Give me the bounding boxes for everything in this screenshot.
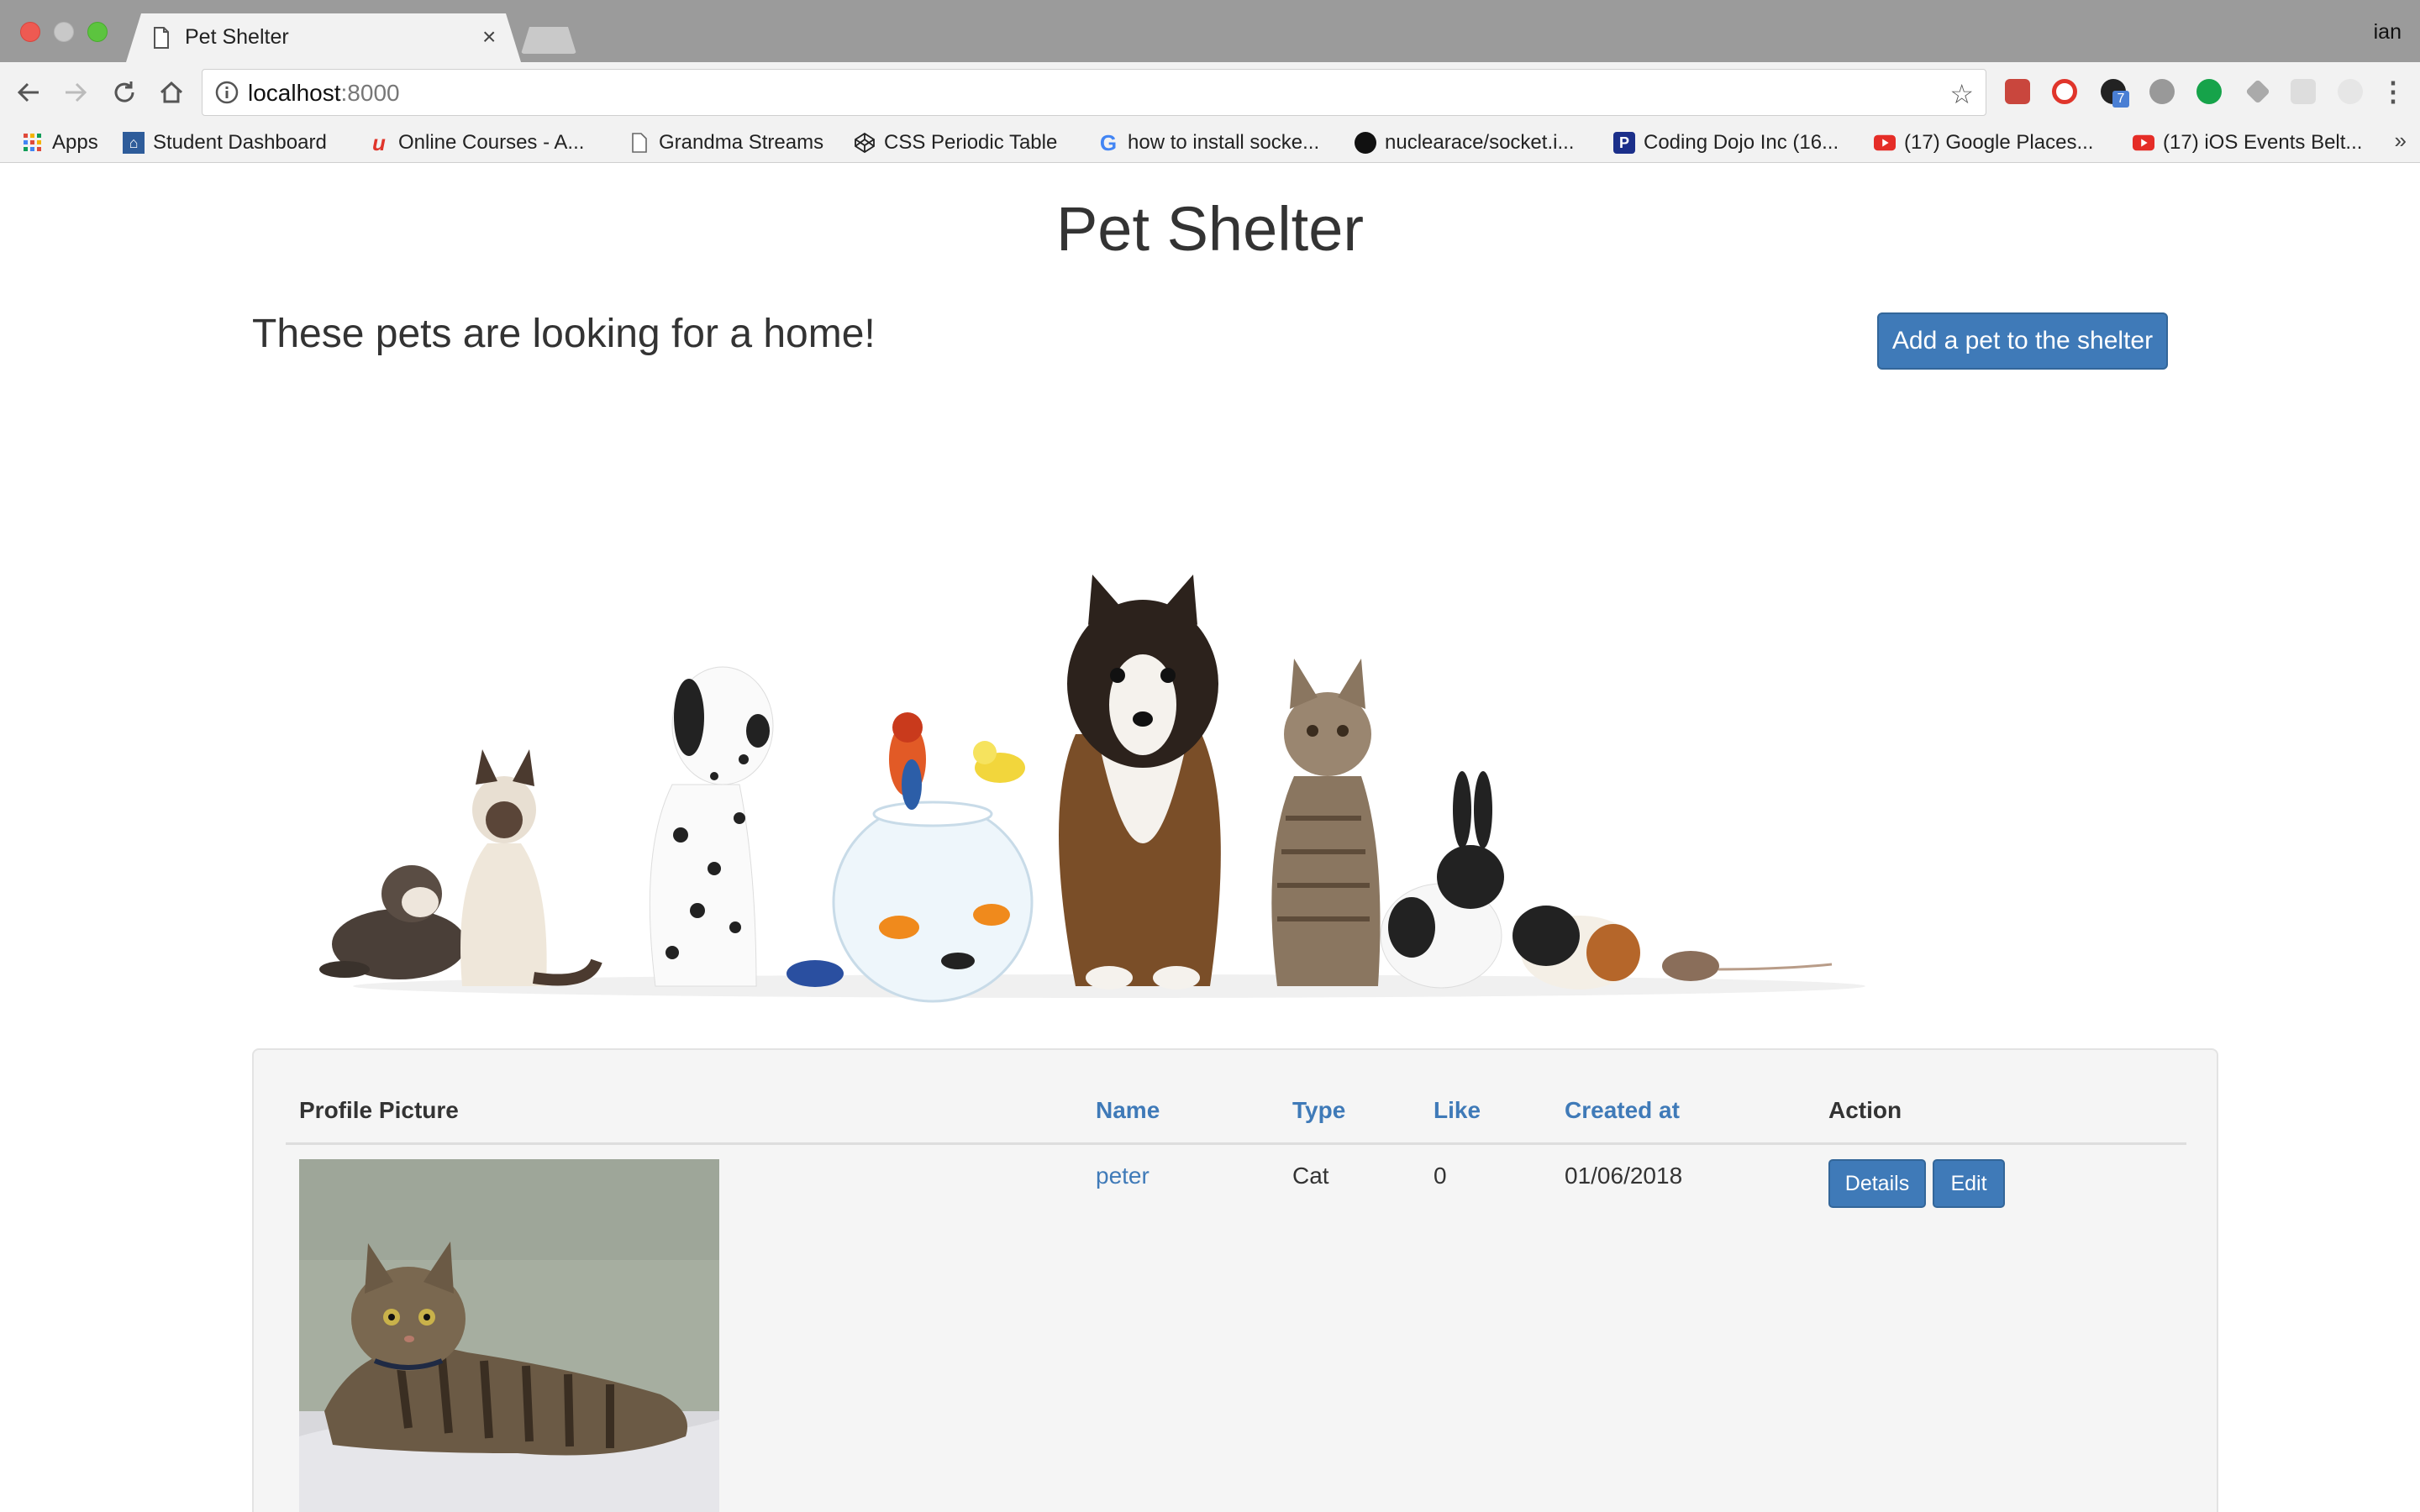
back-icon[interactable] — [12, 76, 45, 109]
bookmark-label: nuclearace/socket.i... — [1385, 131, 1575, 154]
bookmark-label: Apps — [52, 131, 98, 154]
bookmark-label: Student Dashboard — [153, 131, 327, 154]
bookmark-css-periodic-table[interactable]: CSS Periodic Table — [854, 128, 1057, 158]
bookmark-grandma-streams[interactable]: Grandma Streams — [629, 128, 823, 158]
page-icon — [154, 27, 169, 49]
bookmark-label: CSS Periodic Table — [884, 131, 1058, 154]
bookmark-student-dashboard[interactable]: ⌂ Student Dashboard — [123, 128, 327, 158]
window-maximize-button[interactable] — [87, 22, 108, 42]
youtube-icon — [1874, 132, 1896, 154]
edit-button[interactable]: Edit — [1933, 1159, 2005, 1208]
pet-like-count: 0 — [1434, 1163, 1447, 1189]
bookmark-apps[interactable]: Apps — [22, 128, 98, 158]
column-header-like[interactable]: Like — [1434, 1097, 1481, 1124]
extension-book-icon[interactable] — [2005, 79, 2030, 104]
info-icon[interactable] — [214, 80, 239, 105]
forward-icon[interactable] — [59, 76, 92, 109]
column-header-created-at[interactable]: Created at — [1565, 1097, 1680, 1124]
extension-badge: 7 — [2112, 91, 2129, 108]
github-icon — [1355, 132, 1376, 154]
column-header-profile-picture: Profile Picture — [299, 1097, 459, 1123]
extension-tools-icon[interactable] — [2245, 79, 2270, 104]
address-bar[interactable]: localhost:8000 ☆ — [202, 69, 1986, 116]
bookmarks-overflow-icon[interactable]: » — [2395, 128, 2407, 154]
bookmark-label: (17) iOS Events Belt... — [2163, 131, 2363, 154]
bookmark-label: Grandma Streams — [659, 131, 824, 154]
column-header-type[interactable]: Type — [1292, 1097, 1345, 1124]
pet-profile-picture — [299, 1159, 719, 1512]
udemy-icon: u — [372, 129, 386, 155]
pet-type: Cat — [1292, 1163, 1329, 1189]
menu-icon[interactable]: ⋮ — [2380, 78, 2407, 105]
bookmark-ios-events-belt[interactable]: (17) iOS Events Belt... — [2133, 128, 2362, 158]
pet-created-at: 01/06/2018 — [1565, 1163, 1683, 1189]
bookmark-label: Online Courses - A... — [398, 131, 585, 154]
grammarly-icon[interactable] — [2196, 79, 2222, 104]
extension-block-icon[interactable] — [2149, 79, 2175, 104]
dashboard-icon: ⌂ — [123, 132, 145, 154]
bookmark-label: how to install socke... — [1128, 131, 1320, 154]
url-host: localhost — [248, 80, 341, 106]
google-icon: G — [1099, 129, 1118, 155]
apps-grid-icon — [22, 132, 44, 154]
bookmark-star-icon[interactable]: ☆ — [1949, 78, 1974, 110]
bookmark-label: Coding Dojo Inc (16... — [1644, 131, 1839, 154]
window-minimize-button[interactable] — [54, 22, 74, 42]
tab-close-icon[interactable]: × — [482, 24, 496, 50]
pet-name-link[interactable]: peter — [1096, 1163, 1150, 1189]
profile-name[interactable]: ian — [2374, 20, 2402, 45]
extension-grid-icon[interactable] — [2291, 79, 2316, 104]
browser-titlebar: Pet Shelter × ian — [0, 0, 2420, 62]
home-icon[interactable] — [155, 76, 188, 109]
extension-react-icon[interactable] — [2338, 79, 2363, 104]
window-close-button[interactable] — [20, 22, 40, 42]
bookmark-google-places[interactable]: (17) Google Places... — [1874, 128, 2093, 158]
pets-table: Profile Picture Name Type Like Created a… — [0, 163, 2420, 1512]
column-header-name[interactable]: Name — [1096, 1097, 1160, 1124]
codepen-icon — [854, 132, 876, 154]
cat-photo-image — [299, 1159, 719, 1512]
url-text: localhost:8000 — [248, 80, 400, 107]
new-tab-button[interactable] — [521, 27, 576, 54]
bookmark-nuclearace-socket[interactable]: nuclearace/socket.i... — [1355, 128, 1574, 158]
bookmark-coding-dojo[interactable]: P Coding Dojo Inc (16... — [1613, 128, 1839, 158]
tab-title: Pet Shelter — [185, 25, 289, 49]
table-header-divider — [286, 1142, 2186, 1145]
bookmark-label: (17) Google Places... — [1904, 131, 2094, 154]
browser-tab-active[interactable]: Pet Shelter × — [126, 13, 521, 62]
page-icon — [629, 132, 650, 154]
youtube-icon — [2133, 132, 2154, 154]
browser-toolbar: localhost:8000 ☆ 7 ⋮ — [0, 62, 2420, 123]
bookmarks-bar: Apps ⌂ Student Dashboard u Online Course… — [0, 123, 2420, 163]
extension-person-icon[interactable]: 7 — [2101, 79, 2129, 108]
reload-icon[interactable] — [108, 76, 141, 109]
extension-opera-icon[interactable] — [2052, 79, 2077, 104]
bookmark-online-courses[interactable]: u Online Courses - A... — [368, 128, 584, 158]
url-port: :8000 — [340, 80, 400, 106]
paypal-icon: P — [1613, 132, 1635, 154]
bookmark-how-to-install-socket[interactable]: G how to install socke... — [1097, 128, 1319, 158]
details-button[interactable]: Details — [1828, 1159, 1926, 1208]
column-header-action: Action — [1828, 1097, 1902, 1123]
